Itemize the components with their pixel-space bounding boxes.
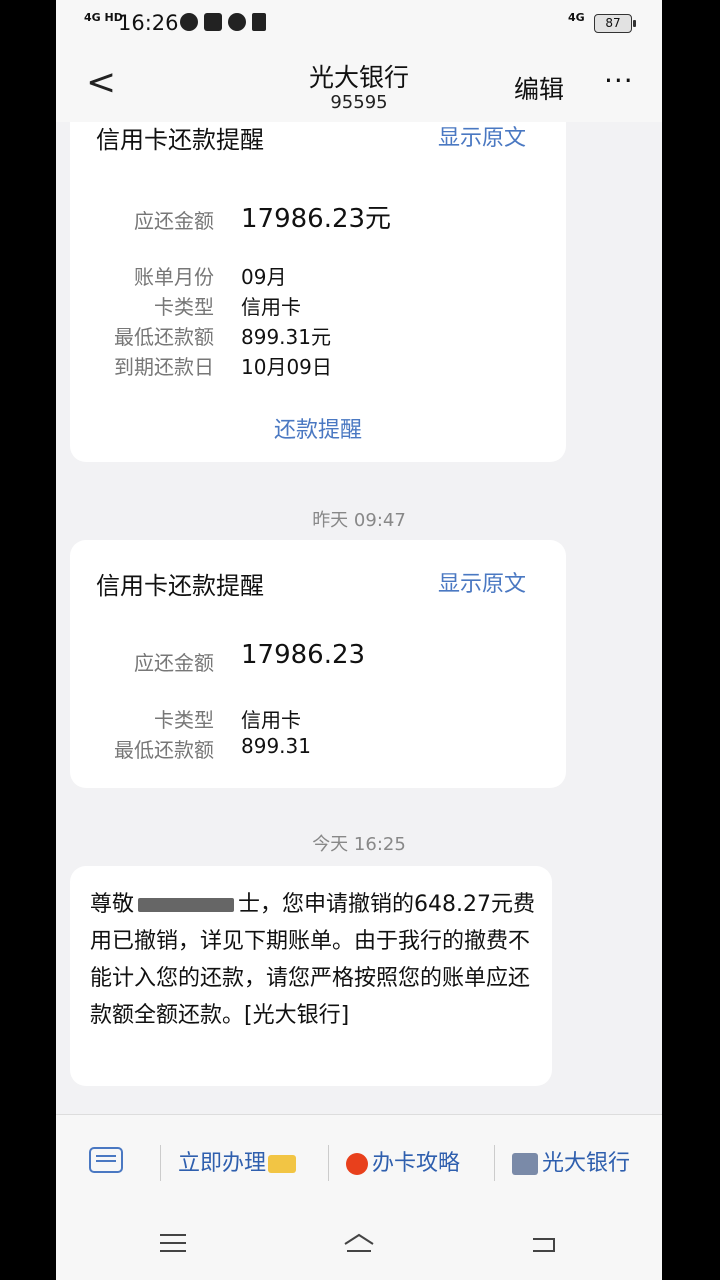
more-icon[interactable]: ··· — [604, 64, 634, 97]
menu-item-label: 光大银行 — [542, 1151, 631, 1176]
row-label: 账单月份 — [134, 265, 214, 289]
wechat-icon — [180, 13, 198, 31]
battery-indicator: 87 — [594, 14, 636, 33]
message-bubble[interactable]: 尊敬 士，您申请撤销的648.27元费用已撤销，详见下期账单。由于我行的撤费不能计… — [70, 866, 552, 1086]
menu-divider — [160, 1145, 161, 1181]
row-value: 10月09日 — [241, 355, 332, 379]
home-icon[interactable] — [341, 1232, 377, 1254]
row-value: 899.31元 — [241, 325, 331, 349]
row-value: 信用卡 — [241, 708, 301, 732]
row-label: 最低还款额 — [114, 325, 214, 349]
mute-icon — [252, 13, 266, 31]
message-text-part: 尊敬 — [90, 892, 135, 917]
conversation-header: < 光大银行 95595 编辑 ··· — [56, 48, 662, 122]
row-label: 最低还款额 — [114, 738, 214, 762]
status-time: 16:26 — [118, 11, 179, 35]
reminder-card: 信用卡还款提醒 显示原文 应还金额 17986.23元 账单月份 09月 卡类型… — [70, 122, 566, 462]
network-indicator: 4G — [568, 11, 585, 24]
message-text: 尊敬 士，您申请撤销的648.27元费用已撤销，详见下期账单。由于我行的撤费不能计… — [90, 886, 538, 1034]
reminder-card: 信用卡还款提醒 显示原文 应还金额 17986.23 卡类型 信用卡 最低还款额… — [70, 540, 566, 788]
row-value: 信用卡 — [241, 295, 301, 319]
card-icon — [268, 1155, 297, 1173]
row-label: 应还金额 — [134, 651, 214, 675]
card-title: 信用卡还款提醒 — [96, 126, 264, 154]
card-title: 信用卡还款提醒 — [96, 572, 264, 600]
menu-item-bank[interactable]: 光大银行 — [512, 1145, 630, 1177]
show-original-link[interactable]: 显示原文 — [438, 122, 526, 152]
back-icon[interactable] — [530, 1234, 556, 1254]
redacted-name — [138, 898, 235, 912]
row-label: 应还金额 — [134, 209, 214, 233]
message-text-part: 士，您申请撤销的648.27元费用已撤销，详见下期账单。由于我行的撤费不能计入您… — [90, 892, 535, 1028]
timestamp: 昨天 09:47 — [312, 510, 406, 531]
edit-button[interactable]: 编辑 — [514, 70, 564, 106]
row-label: 卡类型 — [154, 295, 214, 319]
menu-item-apply[interactable]: 立即办理 — [178, 1145, 297, 1177]
app-icon — [204, 13, 222, 31]
timestamp: 今天 16:25 — [312, 834, 406, 855]
message-list[interactable]: 信用卡还款提醒 显示原文 应还金额 17986.23元 账单月份 09月 卡类型… — [56, 122, 662, 1114]
service-menu-bar: 立即办理 办卡攻略 光大银行 — [56, 1114, 662, 1211]
sms-conversation-screen: 4G HD 16:26 4G 87 < 光大银行 95595 编辑 ··· 信用… — [56, 0, 662, 1280]
row-label: 到期还款日 — [114, 355, 214, 379]
keyboard-icon[interactable] — [89, 1147, 123, 1173]
menu-item-guide[interactable]: 办卡攻略 — [346, 1145, 460, 1177]
repay-reminder-button[interactable]: 还款提醒 — [70, 412, 566, 444]
row-label: 卡类型 — [154, 708, 214, 732]
menu-item-label: 立即办理 — [178, 1151, 267, 1176]
system-nav-bar — [56, 1210, 662, 1280]
sender-name: 光大银行 — [308, 63, 409, 92]
hot-icon — [346, 1153, 368, 1175]
amount-value: 17986.23元 — [241, 204, 392, 234]
row-value: 09月 — [241, 265, 287, 289]
status-bar: 4G HD 16:26 4G 87 — [56, 0, 662, 48]
menu-item-label: 办卡攻略 — [372, 1151, 461, 1176]
row-value: 899.31 — [241, 734, 311, 758]
sender-number: 95595 — [330, 92, 388, 113]
compass-icon — [228, 13, 246, 31]
menu-icon[interactable] — [160, 1234, 186, 1236]
menu-divider — [494, 1145, 495, 1181]
amount-value: 17986.23 — [241, 640, 366, 670]
menu-divider — [328, 1145, 329, 1181]
atm-icon — [512, 1153, 538, 1175]
show-original-link[interactable]: 显示原文 — [438, 566, 526, 598]
